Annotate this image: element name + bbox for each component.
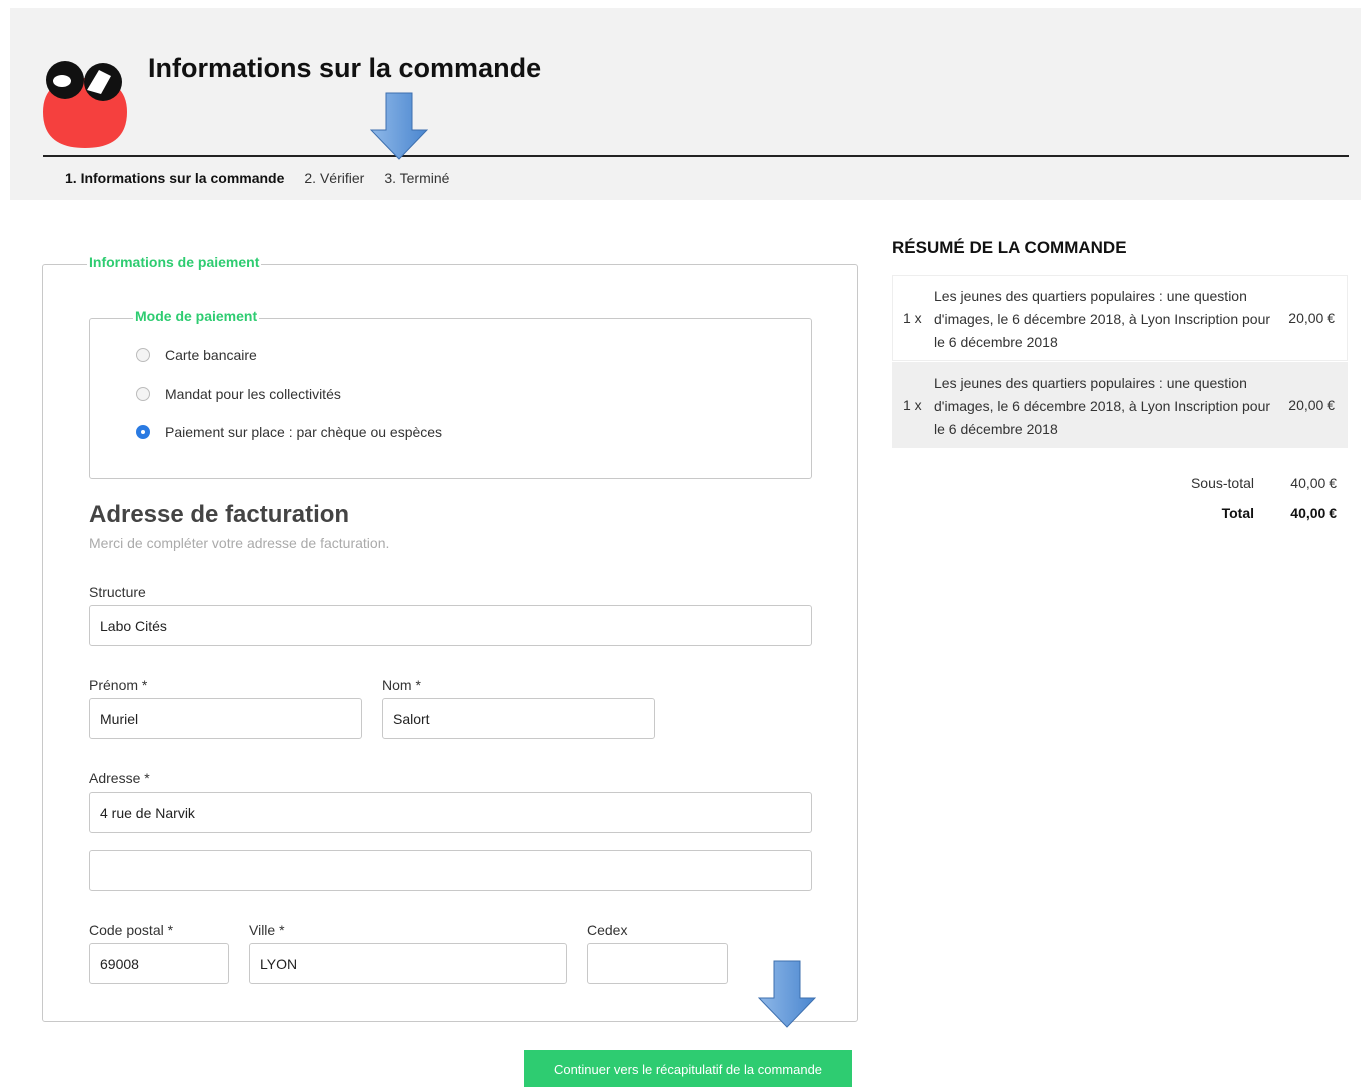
cedex-label: Cedex — [587, 922, 628, 938]
adresse-label: Adresse * — [89, 770, 150, 786]
page-header: Informations sur la commande 1. Informat… — [10, 8, 1361, 200]
divider — [43, 155, 1349, 157]
summary-item: 1 x Les jeunes des quartiers populaires … — [892, 362, 1348, 448]
code-postal-label: Code postal * — [89, 922, 174, 938]
radio-paiement-sur-place[interactable]: Paiement sur place : par chèque ou espèc… — [136, 424, 442, 440]
down-arrow-icon — [370, 92, 428, 160]
nom-label: Nom * — [382, 677, 421, 693]
continue-button[interactable]: Continuer vers le récapitulatif de la co… — [524, 1050, 852, 1087]
radio-label: Mandat pour les collectivités — [165, 386, 341, 402]
radio-mandat[interactable]: Mandat pour les collectivités — [136, 386, 341, 402]
total-label: Total — [1221, 505, 1254, 521]
logo — [43, 61, 127, 148]
down-arrow-icon — [758, 960, 816, 1028]
billing-subtitle: Merci de compléter votre adresse de fact… — [89, 535, 390, 551]
payment-info-legend: Informations de paiement — [87, 254, 262, 270]
page-title: Informations sur la commande — [148, 53, 542, 83]
radio-label: Carte bancaire — [165, 347, 257, 363]
billing-title: Adresse de facturation — [89, 501, 350, 528]
checkout-steps: 1. Informations sur la commande 2. Vérif… — [65, 170, 449, 186]
item-quantity: 1 x — [903, 397, 922, 413]
structure-input[interactable] — [89, 605, 812, 646]
item-description: Les jeunes des quartiers populaires : un… — [934, 375, 1271, 437]
adresse-line2-input[interactable] — [89, 850, 812, 891]
radio-button-checked[interactable] — [136, 425, 150, 439]
adresse-input[interactable] — [89, 792, 812, 833]
ville-label: Ville * — [249, 922, 285, 938]
payment-mode-panel: Mode de paiement Carte bancaire Mandat p… — [89, 308, 812, 479]
step-termine: 3. Terminé — [384, 170, 450, 186]
order-summary-title: RÉSUMÉ DE LA COMMANDE — [892, 238, 1127, 257]
prenom-input[interactable] — [89, 698, 362, 739]
payment-mode-legend: Mode de paiement — [133, 308, 260, 324]
step-informations: 1. Informations sur la commande — [65, 170, 285, 186]
summary-item: 1 x Les jeunes des quartiers populaires … — [892, 275, 1348, 361]
radio-button[interactable] — [136, 348, 150, 362]
radio-button[interactable] — [136, 387, 150, 401]
radio-carte-bancaire[interactable]: Carte bancaire — [136, 347, 257, 363]
payment-form-panel: Informations de paiement Mode de paiemen… — [42, 254, 858, 1022]
code-postal-input[interactable] — [89, 943, 229, 984]
item-price: 20,00 € — [1288, 397, 1335, 413]
ville-input[interactable] — [249, 943, 567, 984]
cedex-input[interactable] — [587, 943, 728, 984]
item-quantity: 1 x — [903, 310, 922, 326]
prenom-label: Prénom * — [89, 677, 148, 693]
total-value: 40,00 € — [1290, 505, 1337, 521]
item-price: 20,00 € — [1288, 310, 1335, 326]
step-verifier: 2. Vérifier — [304, 170, 365, 186]
radio-label: Paiement sur place : par chèque ou espèc… — [165, 424, 443, 440]
subtotal-label: Sous-total — [1190, 475, 1254, 491]
item-description: Les jeunes des quartiers populaires : un… — [934, 288, 1271, 350]
structure-label: Structure — [89, 584, 146, 600]
nom-input[interactable] — [382, 698, 655, 739]
subtotal-value: 40,00 € — [1290, 475, 1337, 491]
